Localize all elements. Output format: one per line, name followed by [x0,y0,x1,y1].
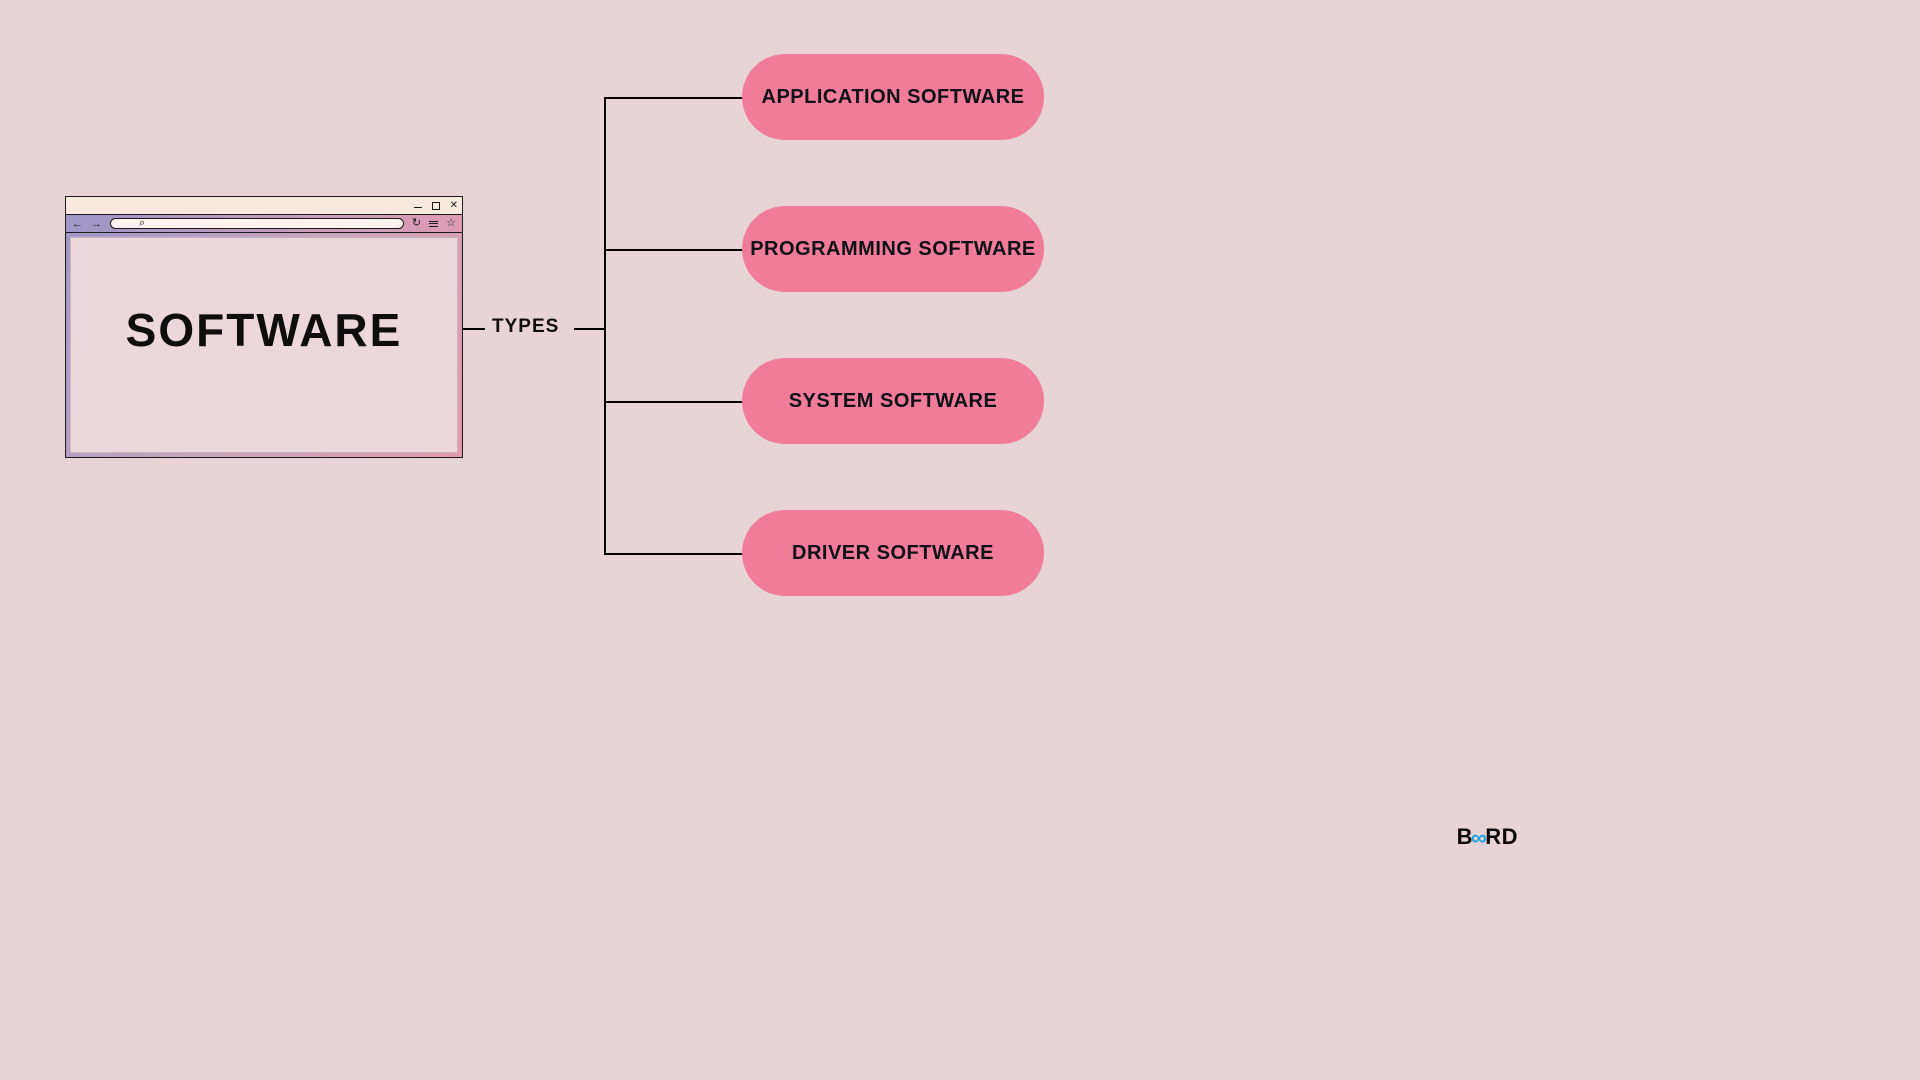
address-bar: ⌕ [110,218,404,229]
browser-content: SOFTWARE [70,237,458,453]
tree-branch [604,401,744,403]
forward-icon: → [91,218,102,230]
type-pill-application: APPLICATION SOFTWARE [742,54,1044,140]
type-pill-driver: DRIVER SOFTWARE [742,510,1044,596]
tree-branch [604,97,744,99]
type-pill-system: SYSTEM SOFTWARE [742,358,1044,444]
main-title: SOFTWARE [126,303,403,357]
type-pill-programming: PROGRAMMING SOFTWARE [742,206,1044,292]
maximize-icon [432,202,440,210]
reload-icon: ↻ [412,218,421,229]
infinity-icon: ∞ [1471,825,1487,851]
minimize-icon [414,207,422,208]
brand-logo: B ∞ RD [1457,824,1518,850]
tree-branch [604,553,744,555]
menu-icon [429,221,438,227]
close-icon [450,200,458,211]
types-label: TYPES [492,316,559,338]
back-icon: ← [72,218,83,230]
search-icon: ⌕ [139,218,145,229]
browser-window: ← → ⌕ ↻ ☆ SOFTWARE [65,196,463,458]
browser-toolbar: ← → ⌕ ↻ ☆ [66,215,462,233]
connector-line [574,328,604,330]
tree-branch [604,249,744,251]
window-titlebar [66,197,462,215]
logo-suffix: RD [1485,824,1518,850]
connector-line [463,328,485,330]
star-icon: ☆ [446,218,456,229]
tree-spine [604,97,606,554]
